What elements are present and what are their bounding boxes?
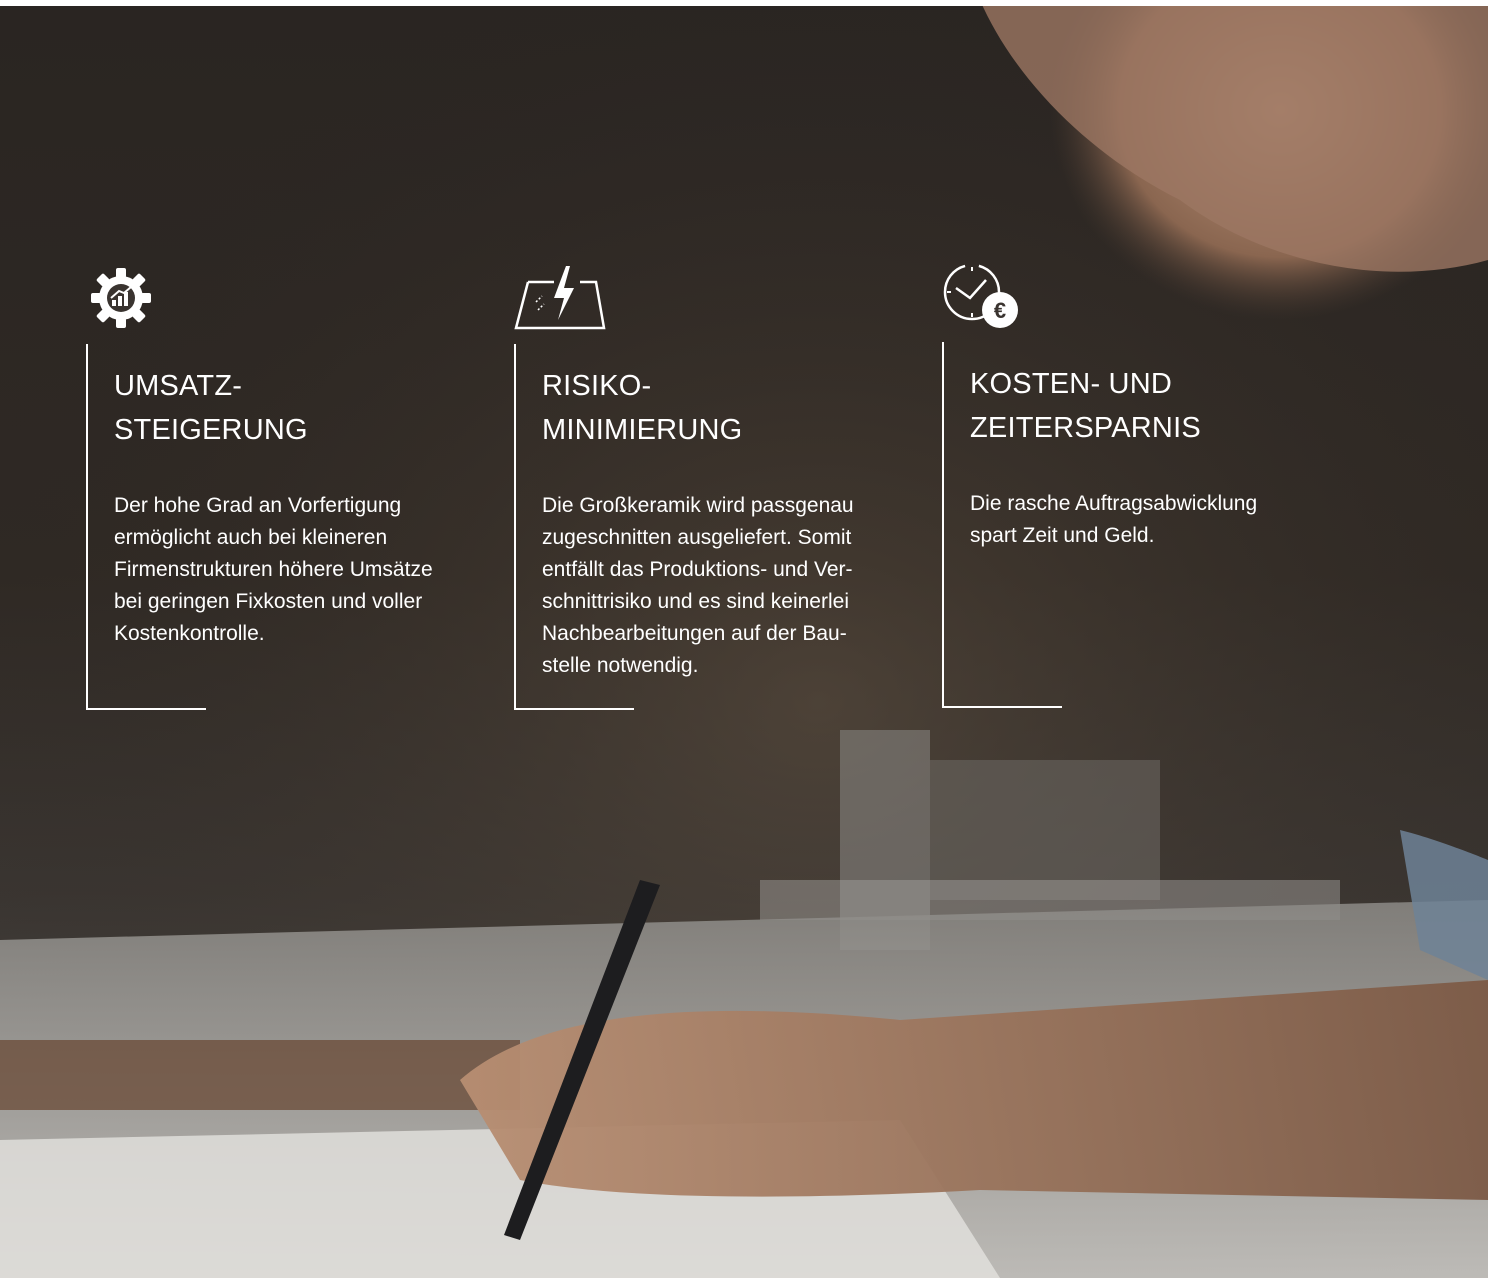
top-border xyxy=(0,0,1488,6)
feature-text: Der hohe Grad an Vorfertigung ermöglicht… xyxy=(114,494,433,645)
feature-title: UMSATZ- STEIGERUNG xyxy=(114,370,308,446)
clock-euro-icon: € xyxy=(942,258,1022,338)
feature-text: Die rasche Auftragsabwicklung spart Zeit… xyxy=(970,492,1258,547)
svg-text:€: € xyxy=(994,298,1006,323)
feature-text: Die Großkeramik wird passgenau zugeschni… xyxy=(542,494,854,677)
gear-chart-icon xyxy=(86,260,166,340)
glass-lightning-icon xyxy=(514,260,606,340)
feature-title: RISIKO- MINIMIERUNG xyxy=(542,370,743,446)
feature-title: KOSTEN- UND ZEITERSPARNIS xyxy=(970,368,1201,444)
